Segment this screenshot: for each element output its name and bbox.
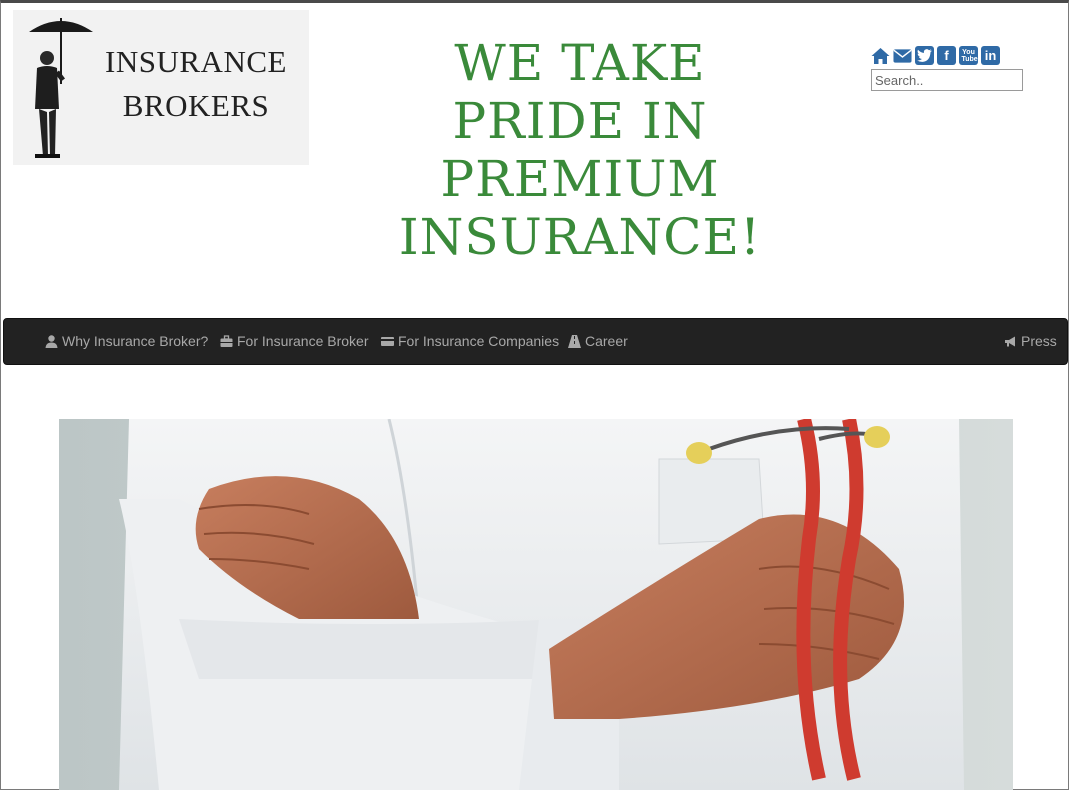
hero-headline: WE TAKE PRIDE IN PREMIUM INSURANCE!	[380, 34, 780, 266]
headline-line-2: PRIDE IN	[452, 92, 708, 150]
headline-line-4: INSURANCE!	[398, 208, 762, 266]
nav-item-press[interactable]: Press	[1004, 333, 1057, 349]
youtube-icon[interactable]: You Tube	[959, 46, 978, 65]
bullhorn-icon	[1005, 336, 1015, 346]
briefcase-icon	[220, 334, 233, 347]
credit-card-icon	[381, 336, 394, 346]
social-links: f You Tube in	[871, 46, 1000, 65]
user-icon	[45, 334, 58, 348]
mail-icon[interactable]	[893, 46, 912, 65]
nav-label: Career	[585, 333, 628, 349]
linkedin-glyph: in	[984, 48, 997, 63]
nav-item-career[interactable]: Career	[568, 333, 628, 349]
nav-item-why-insurance-broker[interactable]: Why Insurance Broker?	[45, 333, 208, 349]
facebook-icon[interactable]: f	[937, 46, 956, 65]
headline-line-3: PREMIUM	[440, 150, 720, 208]
nav-item-for-insurance-broker[interactable]: For Insurance Broker	[220, 333, 369, 349]
main-navbar: Why Insurance Broker? For Insurance Brok…	[3, 318, 1068, 365]
home-icon[interactable]	[871, 46, 890, 65]
nav-item-for-insurance-companies[interactable]: For Insurance Companies	[381, 333, 559, 349]
twitter-icon[interactable]	[915, 46, 934, 65]
logo-text-line1: INSURANCE	[105, 44, 287, 79]
headline-line-1: WE TAKE	[454, 34, 706, 92]
youtube-glyph: You Tube	[961, 48, 978, 63]
businessman-umbrella-logo-icon	[29, 18, 93, 158]
logo-text-line2: BROKERS	[122, 88, 270, 123]
search-input[interactable]	[871, 69, 1023, 91]
nav-label: For Insurance Companies	[398, 333, 560, 349]
hero-illustration	[59, 419, 1013, 790]
doctor-with-stethoscope-image	[59, 419, 1013, 790]
site-logo[interactable]: INSURANCE BROKERS	[13, 10, 309, 165]
linkedin-icon[interactable]: in	[981, 46, 1000, 65]
nav-label: Why Insurance Broker?	[62, 333, 209, 349]
nav-label: For Insurance Broker	[237, 333, 369, 349]
facebook-glyph: f	[944, 48, 949, 63]
road-icon	[568, 334, 581, 348]
nav-label: Press	[1021, 333, 1057, 349]
